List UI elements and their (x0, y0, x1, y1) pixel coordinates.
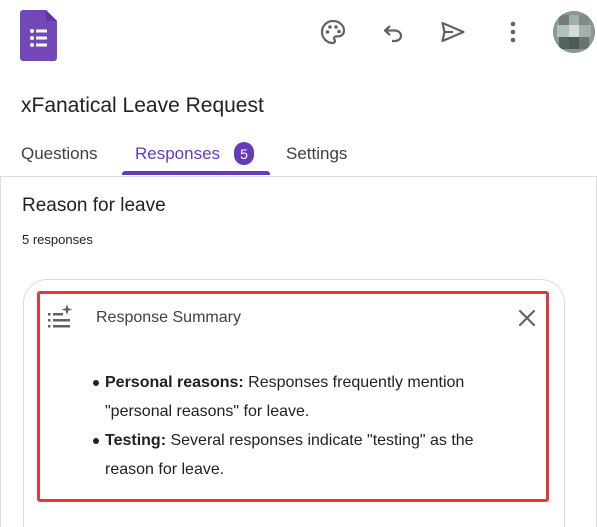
summary-heading: Response Summary (96, 309, 241, 326)
response-count: 5 responses (22, 232, 93, 247)
summary-item-term: Personal reasons: (105, 374, 244, 391)
summary-list: Personal reasons: Responses frequently m… (93, 368, 525, 484)
tab-questions-label: Questions (21, 143, 98, 163)
user-avatar[interactable] (553, 11, 595, 53)
list-item: Testing: Several responses indicate "tes… (93, 426, 525, 484)
ai-summary-icon (46, 304, 74, 330)
active-tab-indicator (122, 171, 270, 175)
tab-questions[interactable]: Questions (21, 130, 98, 177)
summary-item-term: Testing: (105, 432, 167, 449)
google-forms-icon[interactable] (20, 10, 57, 61)
top-app-bar (0, 0, 597, 74)
undo-icon[interactable] (373, 12, 413, 52)
list-item: Personal reasons: Responses frequently m… (93, 368, 525, 426)
question-title: Reason for leave (22, 195, 166, 216)
send-icon[interactable] (433, 12, 473, 52)
form-tabs: Questions Responses 5 Settings (0, 130, 597, 177)
palette-icon[interactable] (313, 12, 353, 52)
tab-settings-label: Settings (286, 143, 348, 163)
tab-settings[interactable]: Settings (286, 130, 347, 177)
tab-responses-label: Responses (135, 143, 221, 163)
close-icon[interactable] (515, 306, 539, 330)
responses-count-badge: 5 (234, 142, 255, 165)
more-vert-icon[interactable] (493, 12, 533, 52)
form-title: xFanatical Leave Request (21, 94, 264, 117)
tab-responses[interactable]: Responses 5 (135, 130, 255, 177)
